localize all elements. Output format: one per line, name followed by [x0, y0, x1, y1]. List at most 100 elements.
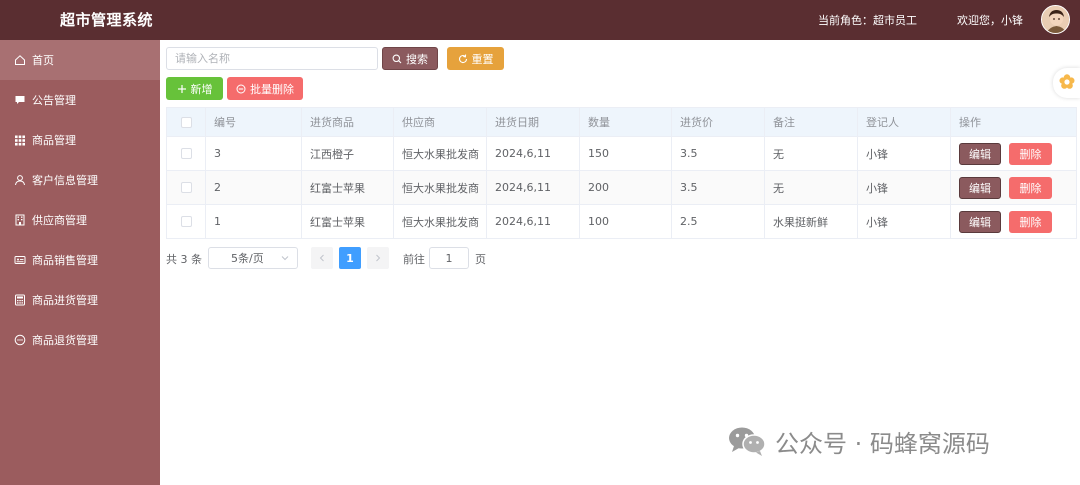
row-checkbox[interactable] — [180, 216, 192, 227]
minus-circle-icon — [236, 84, 246, 94]
cell-price: 3.5 — [672, 137, 765, 170]
sidebar-item-home[interactable]: 首页 — [0, 40, 160, 80]
column-header: 备注 — [765, 108, 858, 136]
search-button-label: 搜索 — [406, 52, 428, 66]
cell-price: 2.5 — [672, 205, 765, 238]
cell-note: 水果挺新鲜 — [765, 205, 858, 238]
column-header: 进货价 — [672, 108, 765, 136]
sidebar-item-purchases[interactable]: 商品进货管理 — [0, 280, 160, 320]
floating-assistant-widget[interactable] — [1053, 68, 1080, 98]
purchase-table: 编号 进货商品 供应商 进货日期 数量 进货价 备注 登记人 操作 3 江西橙子… — [166, 107, 1077, 239]
cell-registrar: 小锋 — [858, 171, 951, 204]
cell-date: 2024,6,11 — [487, 171, 580, 204]
column-header: 操作 — [959, 116, 981, 129]
reset-button-label: 重置 — [471, 52, 494, 66]
sidebar-item-sales[interactable]: 商品销售管理 — [0, 240, 160, 280]
edit-button[interactable]: 编辑 — [959, 143, 1001, 165]
column-header: 进货日期 — [487, 108, 580, 136]
delete-button[interactable]: 删除 — [1009, 143, 1052, 165]
top-header: 超市管理系统 当前角色：超市员工 欢迎您，小锋 — [0, 0, 1080, 40]
avatar[interactable] — [1041, 5, 1070, 34]
cell-supplier: 恒大水果批发商 — [394, 137, 487, 170]
cell-date: 2024,6,11 — [487, 205, 580, 238]
row-checkbox[interactable] — [180, 182, 192, 193]
sidebar-item-label: 商品销售管理 — [32, 254, 98, 267]
sidebar-item-label: 公告管理 — [32, 94, 76, 107]
cell-quantity: 100 — [580, 205, 672, 238]
app-title: 超市管理系统 — [60, 11, 154, 29]
table-row: 3 江西橙子 恒大水果批发商 2024,6,11 150 3.5 无 小锋 编辑… — [167, 137, 1076, 171]
chat-icon — [14, 94, 26, 106]
calculator-icon — [14, 294, 26, 306]
wechat-icon — [727, 425, 767, 457]
cell-id: 2 — [206, 171, 302, 204]
table-row: 1 红富士苹果 恒大水果批发商 2024,6,11 100 2.5 水果挺新鲜 … — [167, 205, 1076, 239]
cell-product: 红富士苹果 — [302, 171, 394, 204]
edit-button[interactable]: 编辑 — [959, 211, 1001, 233]
cell-actions: 编辑 删除 — [951, 171, 1078, 204]
cell-actions: 编辑 删除 — [951, 205, 1078, 238]
current-role: 当前角色：超市员工 — [818, 14, 917, 27]
sidebar-item-label: 商品进货管理 — [32, 294, 98, 307]
page-suffix-label: 页 — [475, 253, 486, 266]
column-header: 供应商 — [394, 108, 487, 136]
cell-note: 无 — [765, 171, 858, 204]
page-size-select[interactable]: 5条/页 — [208, 247, 298, 269]
row-checkbox[interactable] — [180, 148, 192, 159]
prev-page-button[interactable] — [311, 247, 333, 269]
add-button[interactable]: 新增 — [166, 77, 223, 100]
chevron-down-icon — [280, 252, 290, 267]
plus-icon — [177, 84, 187, 94]
sidebar-item-customers[interactable]: 客户信息管理 — [0, 160, 160, 200]
cell-actions: 编辑 删除 — [951, 137, 1078, 170]
reset-button[interactable]: 重置 — [447, 47, 504, 70]
cell-supplier: 恒大水果批发商 — [394, 205, 487, 238]
table-row: 2 红富士苹果 恒大水果批发商 2024,6,11 200 3.5 无 小锋 编… — [167, 171, 1076, 205]
batch-delete-button[interactable]: 批量删除 — [227, 77, 303, 100]
page-number-button[interactable]: 1 — [339, 247, 361, 269]
watermark: 公众号 · 码蜂窝源码 — [727, 425, 990, 458]
cell-quantity: 150 — [580, 137, 672, 170]
pagination-total: 共 3 条 — [166, 253, 202, 266]
edit-button[interactable]: 编辑 — [959, 177, 1001, 199]
cell-registrar: 小锋 — [858, 205, 951, 238]
sidebar-item-suppliers[interactable]: 供应商管理 — [0, 200, 160, 240]
batch-delete-button-label: 批量删除 — [250, 82, 294, 96]
cell-id: 1 — [206, 205, 302, 238]
cell-id: 3 — [206, 137, 302, 170]
user-icon — [14, 174, 26, 186]
pagination: 共 3 条 5条/页 1 前往 页 — [166, 247, 666, 269]
column-header: 数量 — [580, 108, 672, 136]
select-all-checkbox[interactable] — [180, 116, 192, 128]
welcome-text[interactable]: 欢迎您，小锋 — [957, 12, 1023, 28]
column-header: 编号 — [206, 108, 302, 136]
column-header: 登记人 — [858, 108, 951, 136]
cell-date: 2024,6,11 — [487, 137, 580, 170]
search-input[interactable] — [166, 47, 378, 70]
add-button-label: 新增 — [190, 82, 213, 96]
search-icon — [392, 54, 402, 64]
cell-product: 红富士苹果 — [302, 205, 394, 238]
row-select-cell — [167, 205, 206, 238]
message-dots-icon — [14, 334, 26, 346]
table-header-row: 编号 进货商品 供应商 进货日期 数量 进货价 备注 登记人 操作 — [167, 108, 1076, 137]
card-icon — [14, 254, 26, 266]
cell-supplier: 恒大水果批发商 — [394, 171, 487, 204]
search-button[interactable]: 搜索 — [382, 47, 438, 70]
goto-page-input[interactable] — [429, 247, 469, 269]
sidebar-item-products[interactable]: 商品管理 — [0, 120, 160, 160]
sidebar: 首页 公告管理 商品管理 客户信息管理 供应商管理 商品销售管理 商品进货管理 … — [0, 40, 160, 485]
goto-label: 前往 — [403, 253, 425, 266]
sidebar-item-label: 商品退货管理 — [32, 334, 98, 347]
sidebar-item-announcements[interactable]: 公告管理 — [0, 80, 160, 120]
sidebar-item-label: 客户信息管理 — [32, 174, 98, 187]
row-select-cell — [167, 171, 206, 204]
chevron-left-icon — [319, 254, 324, 262]
next-page-button[interactable] — [367, 247, 389, 269]
watermark-text: 公众号 · 码蜂窝源码 — [775, 429, 990, 458]
delete-button[interactable]: 删除 — [1009, 211, 1052, 233]
delete-button[interactable]: 删除 — [1009, 177, 1052, 199]
sidebar-item-label: 首页 — [32, 54, 54, 67]
grid-icon — [14, 134, 26, 146]
sidebar-item-returns[interactable]: 商品退货管理 — [0, 320, 160, 360]
